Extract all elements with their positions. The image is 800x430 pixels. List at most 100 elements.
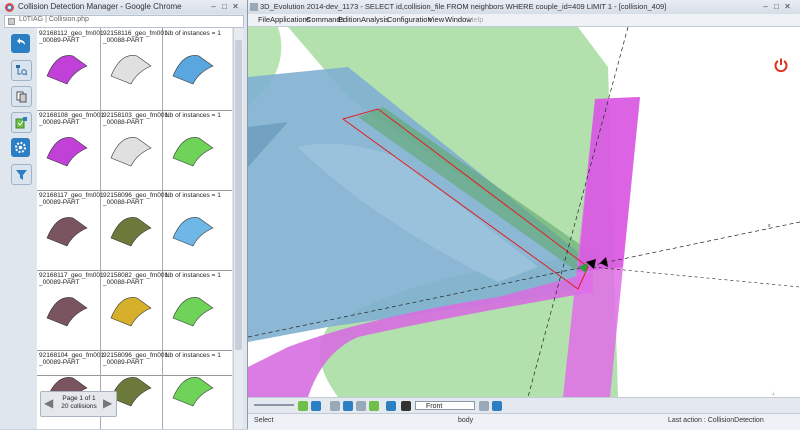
- lock-icon[interactable]: [479, 401, 489, 411]
- part-cell[interactable]: 92168117_geo_fm001 _00089-PART: [37, 190, 104, 270]
- part-cell[interactable]: 92168104_geo_fm001 _00089-PART: [37, 350, 105, 407]
- instance-count: Nb of instances = 1: [165, 272, 221, 279]
- close-icon[interactable]: ✕: [230, 2, 241, 11]
- pagination: ◀ Page 1 of 1 20 collisions ▶: [40, 391, 117, 417]
- cad-viewer-window: 3D_Evolution 2014-dev_1173 - SELECT id,c…: [248, 0, 800, 430]
- menu-analysis[interactable]: Analysis: [361, 15, 389, 24]
- status-right: Last action : CollisionDetection: [668, 417, 764, 424]
- menu-help[interactable]: Help: [468, 15, 483, 24]
- rotate-icon[interactable]: [311, 401, 321, 411]
- menu-view[interactable]: View: [428, 15, 444, 24]
- part-thumbnail: [46, 217, 88, 247]
- status-left: Select: [254, 417, 274, 424]
- chrome-logo-icon: [5, 3, 14, 12]
- part-name: 92168104_geo_fm001 _00089-PART: [39, 352, 105, 366]
- 3d-viewport[interactable]: x ⊥: [248, 27, 800, 397]
- instances-cell[interactable]: Nb of instances = 1: [163, 350, 232, 407]
- instances-cell[interactable]: [163, 375, 232, 429]
- collision-row[interactable]: 92168117_geo_fm001 _00089-PART 92158096_g…: [37, 190, 232, 271]
- other-part-cell[interactable]: 92158096_geo_fm001 _00089-PART: [101, 350, 168, 407]
- collision-row[interactable]: 92168112_geo_fm001 _00089-PART 92158116_g…: [37, 28, 232, 111]
- window-controls: – □ ✕: [208, 2, 241, 11]
- menu-bar: File Applications Commands Edition Analysis C…: [248, 14, 800, 27]
- page-label: Page 1 of 1: [62, 395, 96, 402]
- zoom-icon[interactable]: [343, 401, 353, 411]
- instances-cell[interactable]: Nb of instances = 1: [163, 270, 232, 350]
- tree-search-icon[interactable]: [11, 60, 32, 81]
- address-bar[interactable]: L0TIAG | Collision.php: [4, 15, 244, 28]
- part-thumbnail: [110, 137, 152, 167]
- part-thumbnail: [110, 297, 152, 327]
- 3d-scene[interactable]: x ⊥: [248, 27, 800, 397]
- cad-window-controls: – □ ✕: [760, 2, 793, 11]
- pagination-text: Page 1 of 1 20 collisions: [56, 395, 102, 411]
- part-thumbnail: [172, 217, 214, 247]
- maximize-icon[interactable]: □: [771, 2, 782, 11]
- collision-row[interactable]: 92168117_geo_fm001 _00089-PART 92158082_g…: [37, 270, 232, 351]
- menu-applications[interactable]: Applications: [270, 15, 310, 24]
- address-text: L0TIAG | Collision.php: [19, 16, 89, 23]
- other-part-cell[interactable]: 92158096_geo_fm001 _00088-PART: [101, 190, 168, 270]
- close-icon[interactable]: ✕: [782, 2, 793, 11]
- part-thumbnail: [46, 297, 88, 327]
- part-thumbnail: [110, 217, 152, 247]
- instances-cell[interactable]: Nb of instances = 1: [163, 110, 232, 190]
- status-mid: body: [458, 417, 474, 424]
- power-icon[interactable]: [773, 57, 789, 73]
- browser-title-bar: Collision Detection Manager - Google Chr…: [0, 0, 247, 14]
- view-select[interactable]: Front: [415, 401, 475, 410]
- collision-row[interactable]: 92168104_geo_fm001 _00089-PART 92158096_g…: [37, 350, 232, 407]
- prev-page-icon[interactable]: ◀: [44, 396, 53, 410]
- copy-icon[interactable]: [11, 86, 32, 107]
- minimize-icon[interactable]: –: [208, 2, 219, 11]
- instance-count: Nb of instances = 1: [165, 112, 221, 119]
- menu-configuration[interactable]: Configuration: [387, 15, 432, 24]
- fit-icon[interactable]: [298, 401, 308, 411]
- part-thumbnail: [110, 55, 152, 85]
- part-thumbnail: [172, 55, 214, 85]
- browser-window-title: Collision Detection Manager - Google Chr…: [18, 2, 182, 11]
- scrollbar-thumb[interactable]: [235, 40, 242, 350]
- z-axis-line: [592, 266, 800, 288]
- pan-icon[interactable]: [330, 401, 340, 411]
- app-icon: [250, 3, 258, 11]
- settings-icon[interactable]: [11, 138, 30, 157]
- minimize-icon[interactable]: –: [760, 2, 771, 11]
- part-cell[interactable]: 92168112_geo_fm001 _00089-PART: [37, 28, 104, 110]
- part-name: 92168112_geo_fm001 _00089-PART: [39, 30, 104, 44]
- other-part-name: 92158116_geo_fm001 _00088-PART: [103, 30, 168, 44]
- view-select-value: Front: [426, 403, 443, 410]
- part-name: 92168117_geo_fm001 _00089-PART: [39, 272, 104, 286]
- maximize-icon[interactable]: □: [219, 2, 230, 11]
- menu-file[interactable]: File: [258, 15, 270, 24]
- add-check-icon[interactable]: [11, 112, 32, 133]
- zoom-box-icon[interactable]: [356, 401, 366, 411]
- zoom-slider[interactable]: [254, 404, 294, 406]
- other-part-name: 92158096_geo_fm001 _00089-PART: [103, 352, 169, 366]
- tool-sidebar: [0, 28, 36, 429]
- back-icon[interactable]: [11, 34, 30, 53]
- collision-row[interactable]: 92168108_geo_fm001 _00089-PART 92158103_g…: [37, 110, 232, 191]
- status-bar: Select body Last action : CollisionDetec…: [248, 413, 800, 430]
- part-thumbnail: [172, 297, 214, 327]
- part-cell[interactable]: 92168108_geo_fm001 _00089-PART: [37, 110, 104, 190]
- menu-edition[interactable]: Edition: [338, 15, 361, 24]
- other-part-name: 92158082_geo_fm001 _00088-PART: [103, 272, 169, 286]
- view-mode-icon[interactable]: [401, 401, 411, 411]
- cad-window-title: 3D_Evolution 2014-dev_1173 - SELECT id,c…: [260, 2, 667, 11]
- camera-icon[interactable]: [492, 401, 502, 411]
- other-part-cell[interactable]: 92158103_geo_fm001 _00088-PART: [101, 110, 168, 190]
- list-scrollbar[interactable]: [233, 28, 243, 429]
- select-icon[interactable]: [369, 401, 379, 411]
- other-part-cell[interactable]: 92158082_geo_fm001 _00088-PART: [101, 270, 168, 350]
- part-cell[interactable]: 92168117_geo_fm001 _00089-PART: [37, 270, 104, 350]
- page-icon: [8, 18, 15, 25]
- other-part-cell[interactable]: 92158116_geo_fm001 _00088-PART: [101, 28, 168, 110]
- instances-cell[interactable]: Nb of instances = 1: [163, 28, 232, 110]
- instance-count: Nb of instances = 1: [165, 192, 221, 199]
- render-icon[interactable]: [386, 401, 396, 411]
- instances-cell[interactable]: Nb of instances = 1: [163, 190, 232, 270]
- filter-icon[interactable]: [11, 164, 32, 185]
- part-name: 92168117_geo_fm001 _00089-PART: [39, 192, 104, 206]
- next-page-icon[interactable]: ▶: [103, 396, 112, 410]
